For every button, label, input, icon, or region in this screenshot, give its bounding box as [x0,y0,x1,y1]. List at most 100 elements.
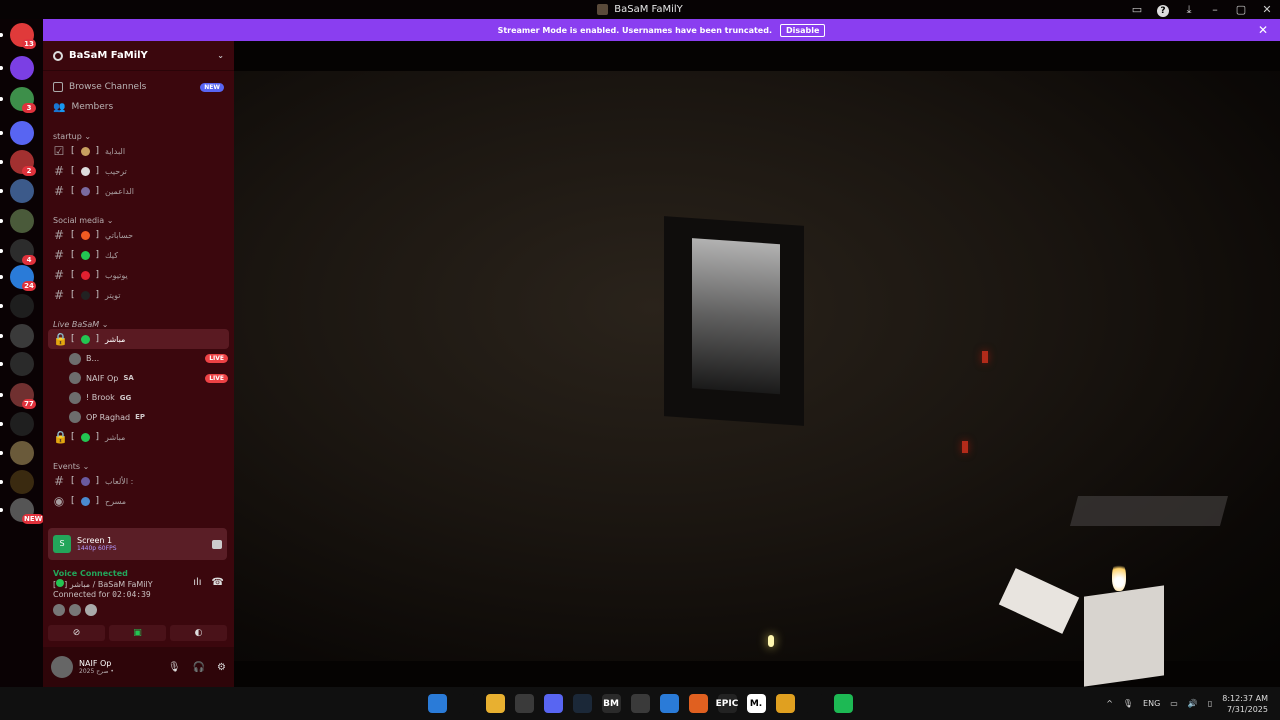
channel-item[interactable]: # [] يوتيوب [43,265,234,285]
clock[interactable]: 8:12:37 AM 7/31/2025 [1222,693,1268,715]
search-icon[interactable] [456,694,476,713]
category-social[interactable]: Social media ⌄ [43,211,234,225]
close-icon[interactable]: ✕ [1258,23,1268,37]
close-icon[interactable]: ✕ [1254,3,1280,16]
channel-item[interactable]: # [] تويتر [43,285,234,305]
unread-indicator [0,334,3,338]
download-icon[interactable]: ⤓ [1176,3,1202,17]
voice-user[interactable]: ! Brook GG [43,388,234,408]
bracket: ] [95,250,100,260]
channel-item[interactable]: ☑ [] البداية [43,141,234,161]
stop-stream-icon[interactable] [212,539,222,549]
server-icon[interactable] [10,441,34,465]
category-startup[interactable]: startup ⌄ [43,127,234,141]
avatar[interactable] [53,604,65,616]
activity-icon[interactable]: ◐ [170,625,227,641]
chrome-icon[interactable] [514,694,534,713]
avatar[interactable] [85,604,97,616]
m-icon[interactable]: M. [746,694,766,713]
channel-name: البداية [105,146,126,156]
voice-user[interactable]: B... LIVE [43,349,234,369]
category-label: Events [53,462,81,471]
steam-icon[interactable] [572,694,592,713]
channel-item[interactable]: # [] الألعاب : [43,471,234,491]
stream-view[interactable] [234,41,1280,687]
server-icon[interactable] [10,412,34,436]
category-events[interactable]: Events ⌄ [43,457,234,471]
checkbox-icon: ☑ [53,144,65,158]
avatar[interactable] [51,656,73,678]
voice-duration: Connected for 02:04:39 [53,590,224,599]
network-icon[interactable]: ▭ [1170,699,1178,708]
camera-off-icon[interactable]: ⊘ [48,625,105,641]
settings-icon[interactable] [804,694,824,713]
disable-button[interactable]: Disable [779,23,826,37]
microphone-icon[interactable]: 🎙 [1123,699,1133,708]
category-live[interactable]: Live BaSaM ⌄ [43,315,234,329]
channel-item[interactable]: # [] كيك [43,245,234,265]
discord-icon[interactable] [543,694,563,713]
members[interactable]: 👥 Members [43,97,234,117]
arc-icon[interactable] [688,694,708,713]
server-icon[interactable] [10,56,34,80]
spotify-icon[interactable] [833,694,853,713]
chevron-up-icon[interactable]: ^ [1106,699,1113,708]
channel-emoji-icon [80,476,90,486]
window-title: BaSaM FaMilY [597,4,683,15]
avatar[interactable] [69,604,81,616]
avatar [69,352,81,365]
hash-icon: # [53,248,65,262]
server-icon[interactable] [10,209,34,233]
windows-icon[interactable] [427,694,447,713]
bm-icon[interactable]: BM [601,694,621,713]
game-icon[interactable] [775,694,795,713]
server-icon[interactable] [10,294,34,318]
app-icon[interactable] [659,694,679,713]
voice-channel-live[interactable]: 🔒 [ ] مباشر [48,329,229,349]
bracket: [ [71,166,75,176]
server-icon[interactable] [10,470,34,494]
server-icon[interactable] [10,352,34,376]
minimize-icon[interactable]: – [1202,3,1228,16]
bracket: [ [71,250,75,260]
language-indicator[interactable]: ENG [1143,699,1160,708]
inbox-icon[interactable]: ▭ [1124,3,1150,16]
server-icon[interactable] [10,324,34,348]
taskbar: BM EPIC M. ^ 🎙 ENG ▭ 🔊 ▯ 8:12:37 AM 7/31/2… [0,687,1280,720]
gear-icon[interactable]: ⚙ [217,662,226,673]
disconnect-icon[interactable]: ☎ [212,577,224,588]
battery-icon[interactable]: ▯ [1208,699,1212,708]
channel-item[interactable]: # [] ترحيب [43,161,234,181]
mention-badge: NEW [22,514,45,524]
server-icon[interactable] [10,179,34,203]
lighter [998,561,1164,687]
channel-item[interactable]: ◉ [] مسرح [43,491,234,511]
live-badge: LIVE [205,354,228,364]
folder-icon[interactable] [485,694,505,713]
channel-item[interactable]: # [] حساباتي [43,225,234,245]
channel-name: الألعاب : [105,476,134,486]
microphone-icon[interactable]: 🎙 [168,662,181,673]
headphones-icon[interactable]: 🎧 [193,662,205,673]
voice-channel-live-2[interactable]: 🔒 [ ] مباشر [43,427,234,447]
voice-user[interactable]: OP Raghad EP [43,408,234,428]
voice-user[interactable]: NAIF Op SA LIVE [43,369,234,389]
bracket: ] [95,290,100,300]
unread-indicator [0,131,3,135]
volume-icon[interactable]: 🔊 [1188,699,1198,708]
epic-icon[interactable]: EPIC [716,694,738,713]
noise-suppression-icon[interactable]: ılı [193,577,201,588]
browse-channels[interactable]: Browse Channels NEW [43,77,234,97]
server-icon[interactable] [10,121,34,145]
guild-header[interactable]: BaSaM FaMilY ⌄ [43,41,234,71]
clock-date: 7/31/2025 [1226,704,1268,714]
channel-item[interactable]: # [] الداعمين [43,181,234,201]
screen-share-icon[interactable]: ▣ [109,625,166,641]
help-icon[interactable]: ? [1150,3,1176,17]
obs-icon[interactable] [630,694,650,713]
stream-preview-card[interactable]: S Screen 1 1440p 60FPS [48,528,227,560]
maximize-icon[interactable]: ▢ [1228,3,1254,16]
hash-icon: # [53,268,65,282]
chevron-down-icon: ⌄ [217,51,224,60]
user-name: NAIF Op [86,373,119,383]
